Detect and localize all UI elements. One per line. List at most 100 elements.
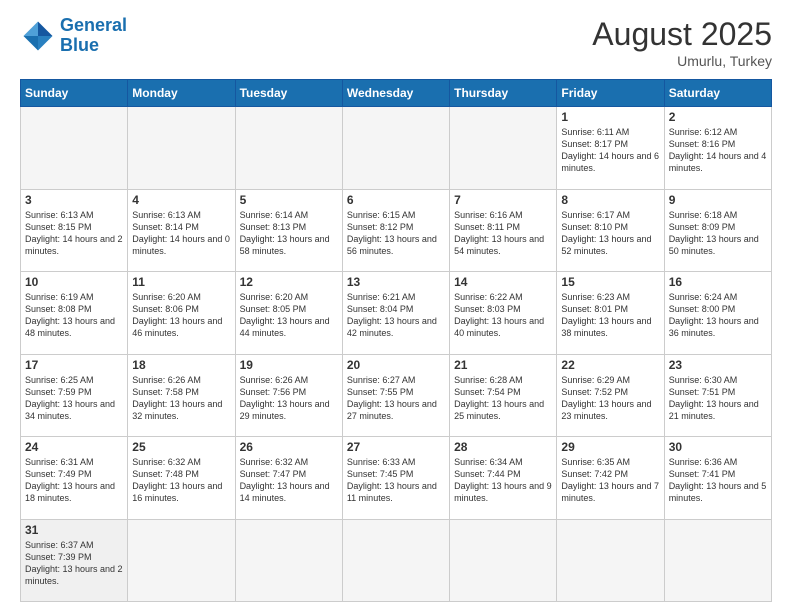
calendar-cell: 19 Sunrise: 6:26 AM Sunset: 7:56 PM Dayli…	[235, 354, 342, 437]
logo-icon	[20, 18, 56, 54]
calendar-cell: 20 Sunrise: 6:27 AM Sunset: 7:55 PM Dayli…	[342, 354, 449, 437]
day-number: 22	[561, 358, 659, 372]
day-number: 16	[669, 275, 767, 289]
calendar-week-4: 24 Sunrise: 6:31 AM Sunset: 7:49 PM Dayli…	[21, 437, 772, 520]
day-info: Sunrise: 6:29 AM Sunset: 7:52 PM Dayligh…	[561, 374, 659, 423]
day-info: Sunrise: 6:34 AM Sunset: 7:44 PM Dayligh…	[454, 456, 552, 505]
calendar-cell: 11 Sunrise: 6:20 AM Sunset: 8:06 PM Dayli…	[128, 272, 235, 355]
calendar-cell: 22 Sunrise: 6:29 AM Sunset: 7:52 PM Dayli…	[557, 354, 664, 437]
calendar-cell	[342, 107, 449, 190]
day-number: 25	[132, 440, 230, 454]
day-number: 15	[561, 275, 659, 289]
day-info: Sunrise: 6:14 AM Sunset: 8:13 PM Dayligh…	[240, 209, 338, 258]
calendar-cell: 8Sunrise: 6:17 AM Sunset: 8:10 PM Daylig…	[557, 189, 664, 272]
day-info: Sunrise: 6:27 AM Sunset: 7:55 PM Dayligh…	[347, 374, 445, 423]
calendar-cell: 5 Sunrise: 6:14 AM Sunset: 8:13 PM Daylig…	[235, 189, 342, 272]
calendar-cell: 28Sunrise: 6:34 AM Sunset: 7:44 PM Dayli…	[450, 437, 557, 520]
day-info: Sunrise: 6:24 AM Sunset: 8:00 PM Dayligh…	[669, 291, 767, 340]
calendar-header-sunday: Sunday	[21, 80, 128, 107]
day-number: 30	[669, 440, 767, 454]
day-number: 23	[669, 358, 767, 372]
calendar-header-thursday: Thursday	[450, 80, 557, 107]
calendar-cell: 13Sunrise: 6:21 AM Sunset: 8:04 PM Dayli…	[342, 272, 449, 355]
day-info: Sunrise: 6:36 AM Sunset: 7:41 PM Dayligh…	[669, 456, 767, 505]
calendar-cell	[664, 519, 771, 602]
calendar-week-1: 3Sunrise: 6:13 AM Sunset: 8:15 PM Daylig…	[21, 189, 772, 272]
calendar-cell: 24 Sunrise: 6:31 AM Sunset: 7:49 PM Dayli…	[21, 437, 128, 520]
logo-blue: Blue	[60, 35, 99, 55]
day-info: Sunrise: 6:23 AM Sunset: 8:01 PM Dayligh…	[561, 291, 659, 340]
day-number: 26	[240, 440, 338, 454]
calendar-cell: 10 Sunrise: 6:19 AM Sunset: 8:08 PM Dayli…	[21, 272, 128, 355]
calendar-cell	[450, 519, 557, 602]
day-info: Sunrise: 6:32 AM Sunset: 7:48 PM Dayligh…	[132, 456, 230, 505]
calendar-cell	[128, 107, 235, 190]
day-info: Sunrise: 6:32 AM Sunset: 7:47 PM Dayligh…	[240, 456, 338, 505]
day-number: 6	[347, 193, 445, 207]
day-number: 9	[669, 193, 767, 207]
day-info: Sunrise: 6:12 AM Sunset: 8:16 PM Dayligh…	[669, 126, 767, 175]
calendar-cell: 15 Sunrise: 6:23 AM Sunset: 8:01 PM Dayli…	[557, 272, 664, 355]
calendar-week-2: 10 Sunrise: 6:19 AM Sunset: 8:08 PM Dayli…	[21, 272, 772, 355]
day-info: Sunrise: 6:17 AM Sunset: 8:10 PM Dayligh…	[561, 209, 659, 258]
calendar-header-friday: Friday	[557, 80, 664, 107]
calendar-cell: 29Sunrise: 6:35 AM Sunset: 7:42 PM Dayli…	[557, 437, 664, 520]
day-number: 4	[132, 193, 230, 207]
month-year: August 2025	[592, 16, 772, 53]
day-number: 31	[25, 523, 123, 537]
day-number: 2	[669, 110, 767, 124]
calendar-cell: 18 Sunrise: 6:26 AM Sunset: 7:58 PM Dayli…	[128, 354, 235, 437]
calendar-cell: 2 Sunrise: 6:12 AM Sunset: 8:16 PM Daylig…	[664, 107, 771, 190]
calendar-cell: 12Sunrise: 6:20 AM Sunset: 8:05 PM Dayli…	[235, 272, 342, 355]
day-info: Sunrise: 6:28 AM Sunset: 7:54 PM Dayligh…	[454, 374, 552, 423]
day-number: 3	[25, 193, 123, 207]
logo-general: General	[60, 15, 127, 35]
day-number: 5	[240, 193, 338, 207]
calendar-cell	[450, 107, 557, 190]
day-info: Sunrise: 6:26 AM Sunset: 7:58 PM Dayligh…	[132, 374, 230, 423]
day-number: 11	[132, 275, 230, 289]
day-number: 20	[347, 358, 445, 372]
day-info: Sunrise: 6:16 AM Sunset: 8:11 PM Dayligh…	[454, 209, 552, 258]
calendar-cell	[128, 519, 235, 602]
day-info: Sunrise: 6:22 AM Sunset: 8:03 PM Dayligh…	[454, 291, 552, 340]
day-number: 19	[240, 358, 338, 372]
calendar-cell: 25 Sunrise: 6:32 AM Sunset: 7:48 PM Dayli…	[128, 437, 235, 520]
day-number: 21	[454, 358, 552, 372]
day-number: 27	[347, 440, 445, 454]
calendar-cell: 3Sunrise: 6:13 AM Sunset: 8:15 PM Daylig…	[21, 189, 128, 272]
calendar-header-tuesday: Tuesday	[235, 80, 342, 107]
day-info: Sunrise: 6:20 AM Sunset: 8:06 PM Dayligh…	[132, 291, 230, 340]
calendar-cell: 1Sunrise: 6:11 AM Sunset: 8:17 PM Daylig…	[557, 107, 664, 190]
calendar-cell: 26 Sunrise: 6:32 AM Sunset: 7:47 PM Dayli…	[235, 437, 342, 520]
calendar-cell: 4Sunrise: 6:13 AM Sunset: 8:14 PM Daylig…	[128, 189, 235, 272]
day-info: Sunrise: 6:18 AM Sunset: 8:09 PM Dayligh…	[669, 209, 767, 258]
calendar-cell: 27Sunrise: 6:33 AM Sunset: 7:45 PM Dayli…	[342, 437, 449, 520]
logo-text: General Blue	[60, 16, 127, 56]
day-info: Sunrise: 6:30 AM Sunset: 7:51 PM Dayligh…	[669, 374, 767, 423]
day-info: Sunrise: 6:31 AM Sunset: 7:49 PM Dayligh…	[25, 456, 123, 505]
day-number: 24	[25, 440, 123, 454]
location: Umurlu, Turkey	[592, 53, 772, 69]
calendar-header-wednesday: Wednesday	[342, 80, 449, 107]
day-info: Sunrise: 6:35 AM Sunset: 7:42 PM Dayligh…	[561, 456, 659, 505]
calendar-cell	[557, 519, 664, 602]
calendar-cell: 14 Sunrise: 6:22 AM Sunset: 8:03 PM Dayli…	[450, 272, 557, 355]
calendar-cell: 16 Sunrise: 6:24 AM Sunset: 8:00 PM Dayli…	[664, 272, 771, 355]
logo: General Blue	[20, 16, 127, 56]
day-info: Sunrise: 6:19 AM Sunset: 8:08 PM Dayligh…	[25, 291, 123, 340]
calendar-cell: 17Sunrise: 6:25 AM Sunset: 7:59 PM Dayli…	[21, 354, 128, 437]
day-number: 10	[25, 275, 123, 289]
day-number: 18	[132, 358, 230, 372]
day-info: Sunrise: 6:20 AM Sunset: 8:05 PM Dayligh…	[240, 291, 338, 340]
day-info: Sunrise: 6:37 AM Sunset: 7:39 PM Dayligh…	[25, 539, 123, 588]
calendar-cell: 31 Sunrise: 6:37 AM Sunset: 7:39 PM Dayli…	[21, 519, 128, 602]
day-info: Sunrise: 6:11 AM Sunset: 8:17 PM Dayligh…	[561, 126, 659, 175]
day-number: 14	[454, 275, 552, 289]
day-info: Sunrise: 6:21 AM Sunset: 8:04 PM Dayligh…	[347, 291, 445, 340]
page: General Blue August 2025 Umurlu, Turkey …	[0, 0, 792, 612]
calendar-week-5: 31 Sunrise: 6:37 AM Sunset: 7:39 PM Dayli…	[21, 519, 772, 602]
day-info: Sunrise: 6:26 AM Sunset: 7:56 PM Dayligh…	[240, 374, 338, 423]
day-info: Sunrise: 6:15 AM Sunset: 8:12 PM Dayligh…	[347, 209, 445, 258]
header: General Blue August 2025 Umurlu, Turkey	[20, 16, 772, 69]
